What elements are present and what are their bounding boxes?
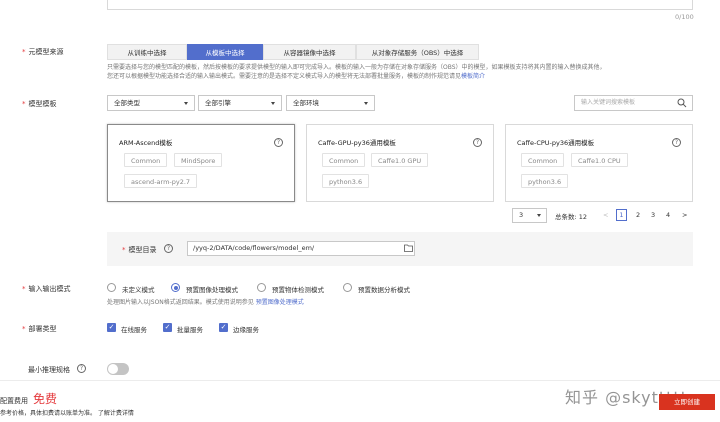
template-card-arm-ascend[interactable]: ARM-Ascend模板 ? Common MindSpore ascend-a…	[107, 124, 295, 202]
card-tag: python3.6	[322, 174, 370, 188]
chevron-down-icon	[271, 102, 275, 105]
radio-undefined-mode[interactable]	[107, 283, 116, 292]
template-card-caffe-gpu[interactable]: Caffe-GPU-py36通用模板 ? Common Caffe1.0 GPU…	[306, 124, 494, 202]
checkbox-label: 边缘服务	[233, 326, 259, 334]
page-4[interactable]: 4	[666, 211, 670, 219]
chevron-down-icon	[537, 214, 541, 217]
card-tag: Common	[124, 153, 168, 167]
checkbox-batch-service[interactable]: ✓	[163, 323, 172, 332]
card-tag: python3.6	[521, 174, 569, 188]
tab-from-template[interactable]: 从模板中选择	[187, 44, 263, 60]
type-filter-select[interactable]: 全部类型	[107, 95, 195, 111]
page-3[interactable]: 3	[651, 211, 655, 219]
radio-label: 预置数据分析模式	[358, 286, 410, 294]
card-tag: Caffe1.0 CPU	[571, 153, 628, 167]
search-icon[interactable]	[677, 98, 687, 108]
card-title: ARM-Ascend模板	[119, 139, 173, 147]
image-mode-link[interactable]: 预置图像处理模式	[256, 299, 304, 306]
card-tag: ascend-arm-py2.7	[124, 174, 198, 188]
card-tag: Common	[521, 153, 565, 167]
help-icon[interactable]: ?	[164, 244, 173, 253]
help-icon[interactable]: ?	[672, 138, 681, 147]
radio-label: 预置物体检测模式	[272, 286, 324, 294]
min-spec-label: 最小推理规格	[28, 366, 70, 374]
total-count: 总条数: 12	[555, 213, 588, 221]
chevron-down-icon	[364, 102, 368, 105]
card-title: Caffe-GPU-py36通用模板	[318, 139, 396, 147]
card-tag: Caffe1.0 GPU	[371, 153, 429, 167]
card-title: Caffe-CPU-py36通用模板	[517, 139, 595, 147]
tab-from-obs[interactable]: 从对象存储服务（OBS）中选择	[356, 44, 479, 60]
help-icon[interactable]: ?	[274, 138, 283, 147]
fee-value: 免费	[33, 392, 58, 406]
checkbox-edge-service[interactable]: ✓	[219, 323, 228, 332]
io-mode-note: 处理图片输入以JSON格式返回结果。模式使用说明参见 预置图像处理模式	[107, 299, 304, 306]
tab-from-training[interactable]: 从训练中选择	[107, 44, 187, 60]
engine-filter-select[interactable]: 全部引擎	[198, 95, 282, 111]
environment-filter-select[interactable]: 全部环境	[286, 95, 375, 111]
page-2[interactable]: 2	[636, 211, 640, 219]
folder-icon[interactable]	[404, 244, 413, 252]
source-description-line2: 您还可以根据模型功能选择合适的输入输出模式。需要注意的是选择不定义模式导入的模型…	[107, 73, 486, 80]
source-label: * 元模型来源	[22, 48, 64, 56]
template-intro-link[interactable]: 模板简介	[461, 73, 485, 80]
min-spec-toggle[interactable]	[107, 363, 129, 375]
checkbox-online-service[interactable]: ✓	[107, 323, 116, 332]
source-description-line1: 只需要选择与您的模型匹配的模板，然后按模板的要求提供模型的输入即可完成导入。模板…	[107, 64, 606, 71]
char-counter: 0/100	[675, 13, 694, 21]
description-textarea[interactable]	[107, 0, 693, 10]
model-dir-input[interactable]: /yyq-2/DATA/code/flowers/model_em/	[187, 241, 415, 256]
help-icon[interactable]: ?	[77, 364, 86, 373]
radio-detection-mode[interactable]	[257, 283, 266, 292]
create-button[interactable]: 立即创建	[659, 394, 715, 410]
page-1[interactable]: 1	[616, 209, 627, 221]
template-card-caffe-cpu[interactable]: Caffe-CPU-py36通用模板 ? Common Caffe1.0 CPU…	[505, 124, 693, 202]
page-size-select[interactable]: 3	[512, 208, 547, 223]
prev-page-button[interactable]: <	[603, 211, 608, 219]
deploy-type-label: * 部署类型	[22, 325, 57, 333]
radio-label: 预置图像处理模式	[186, 286, 238, 294]
template-label: * 模型模板	[22, 100, 57, 108]
model-dir-label: * 模型目录	[122, 246, 157, 254]
chevron-down-icon	[184, 102, 188, 105]
io-mode-label: * 输入输出模式	[22, 285, 71, 293]
radio-image-mode[interactable]	[171, 283, 180, 292]
source-tabs: 从训练中选择 从模板中选择 从容器镜像中选择 从对象存储服务（OBS）中选择	[107, 44, 479, 60]
tab-from-container-image[interactable]: 从容器镜像中选择	[263, 44, 356, 60]
card-tag: MindSpore	[174, 153, 223, 167]
checkbox-label: 在线服务	[121, 326, 147, 334]
radio-data-analysis-mode[interactable]	[343, 283, 352, 292]
config-fee-label: 配置费用	[0, 397, 28, 405]
checkbox-label: 批量服务	[177, 326, 203, 334]
card-tag: Common	[322, 153, 366, 167]
template-search-input[interactable]: 输入关键词搜索模板	[574, 95, 693, 111]
help-icon[interactable]: ?	[473, 138, 482, 147]
radio-label: 未定义模式	[122, 286, 155, 294]
next-page-button[interactable]: >	[682, 211, 687, 219]
fee-note: 参考价格，具体扣费请以账单为准。 了解计费详情	[0, 410, 134, 417]
